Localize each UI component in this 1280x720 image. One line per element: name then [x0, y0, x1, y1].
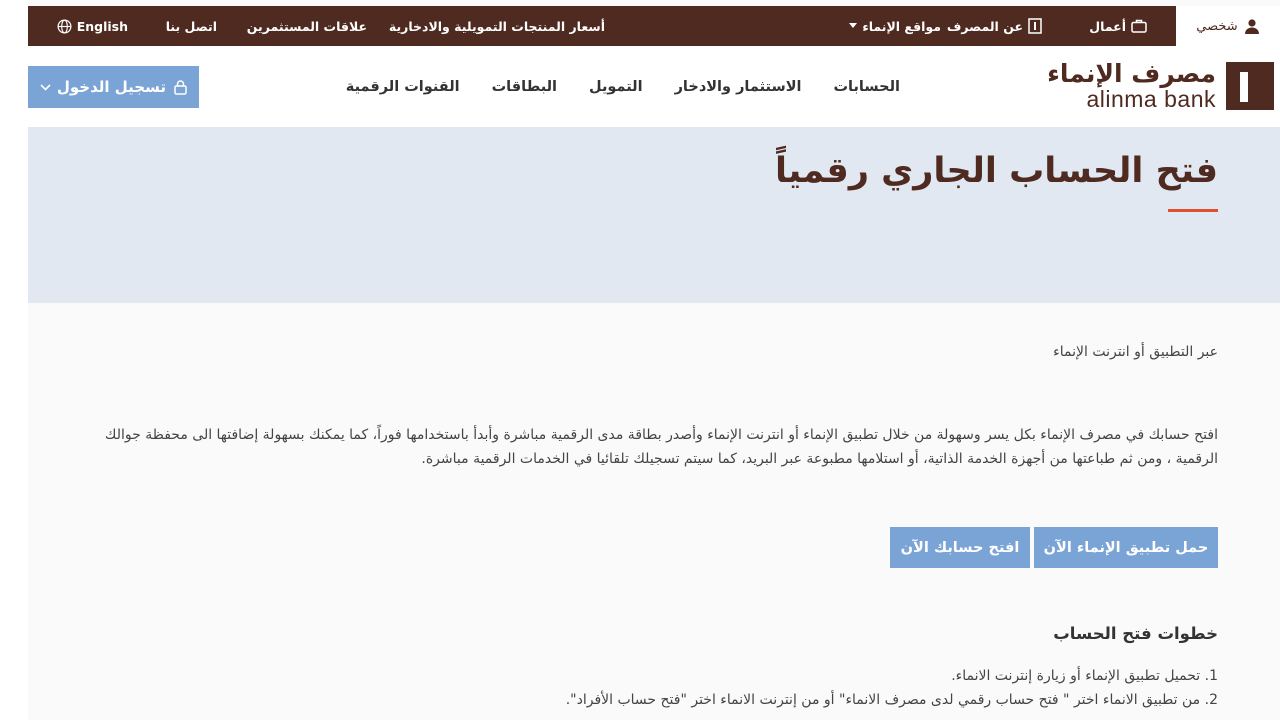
nav-cards[interactable]: البطاقات — [492, 79, 557, 95]
chevron-down-icon — [40, 83, 51, 91]
nav-accounts[interactable]: الحسابات — [833, 79, 900, 95]
login-label: تسجيل الدخول — [56, 78, 166, 96]
list-item: 2. من تطبيق الانماء اختر " فتح حساب رقمي… — [565, 692, 1218, 708]
page-title: فتح الحساب الجاري رقمياً — [775, 151, 1218, 191]
nav-financing[interactable]: التمويل — [589, 79, 643, 95]
tab-personal-label: شخصي — [1196, 18, 1238, 34]
menu-sites[interactable]: مواقع الإنماء — [849, 6, 941, 46]
link-investors[interactable]: علاقات المستثمرين — [247, 6, 367, 46]
intro-paragraph: افتح حسابك في مصرف الإنماء بكل يسر وسهول… — [104, 427, 1218, 467]
top-utility-bar: شخصي أعمال عن المصرف مواقع الإنماء أسعار… — [28, 6, 1280, 46]
steps-heading: خطوات فتح الحساب — [1053, 624, 1218, 643]
section-subheading: عبر التطبيق أو انترنت الإنماء — [1053, 344, 1218, 360]
link-about[interactable]: عن المصرف — [947, 6, 1042, 46]
tab-business-label: أعمال — [1089, 18, 1126, 34]
steps-list: 1. تحميل تطبيق الإنماء أو زيارة إنترنت ا… — [566, 664, 1218, 712]
lock-icon — [174, 79, 187, 95]
link-prices[interactable]: أسعار المنتجات التمويلية والادخارية — [389, 6, 605, 46]
logo-text: مصرف الإنماء alinma bank — [1047, 61, 1216, 111]
building-icon — [1028, 18, 1042, 34]
menu-sites-label: مواقع الإنماء — [862, 18, 941, 34]
briefcase-icon — [1131, 19, 1147, 33]
list-item: 1. تحميل تطبيق الإنماء أو زيارة إنترنت ا… — [951, 668, 1218, 684]
link-contact[interactable]: اتصل بنا — [166, 6, 217, 46]
logo-english: alinma bank — [1086, 86, 1216, 112]
cta-buttons: حمل تطبيق الإنماء الآن افتح حسابك الآن — [890, 527, 1218, 568]
language-label: English — [76, 18, 128, 34]
caret-down-icon — [849, 23, 858, 29]
nav-investment-savings[interactable]: الاستثمار والادخار — [675, 79, 802, 95]
main-header: مصرف الإنماء alinma bank الحسابات الاستث… — [28, 46, 1280, 127]
login-button[interactable]: تسجيل الدخول — [28, 66, 199, 108]
page: شخصي أعمال عن المصرف مواقع الإنماء أسعار… — [28, 0, 1280, 720]
title-underline — [1168, 209, 1218, 212]
main-nav: الحسابات الاستثمار والادخار التمويل البط… — [346, 46, 900, 127]
logo-arabic: مصرف الإنماء — [1047, 59, 1216, 88]
globe-icon — [57, 19, 72, 34]
logo-mark-icon — [1226, 62, 1274, 110]
user-icon — [1244, 18, 1260, 34]
link-about-label: عن المصرف — [946, 18, 1023, 34]
open-account-button[interactable]: افتح حسابك الآن — [890, 527, 1030, 568]
hero-banner: فتح الحساب الجاري رقمياً — [28, 127, 1280, 303]
tab-personal[interactable]: شخصي — [1176, 6, 1280, 46]
alinma-logo[interactable]: مصرف الإنماء alinma bank — [1047, 60, 1274, 112]
tab-business[interactable]: أعمال — [1089, 6, 1147, 46]
nav-digital-channels[interactable]: القنوات الرقمية — [346, 79, 460, 95]
download-app-button[interactable]: حمل تطبيق الإنماء الآن — [1034, 527, 1218, 568]
language-switch[interactable]: English — [57, 6, 128, 46]
